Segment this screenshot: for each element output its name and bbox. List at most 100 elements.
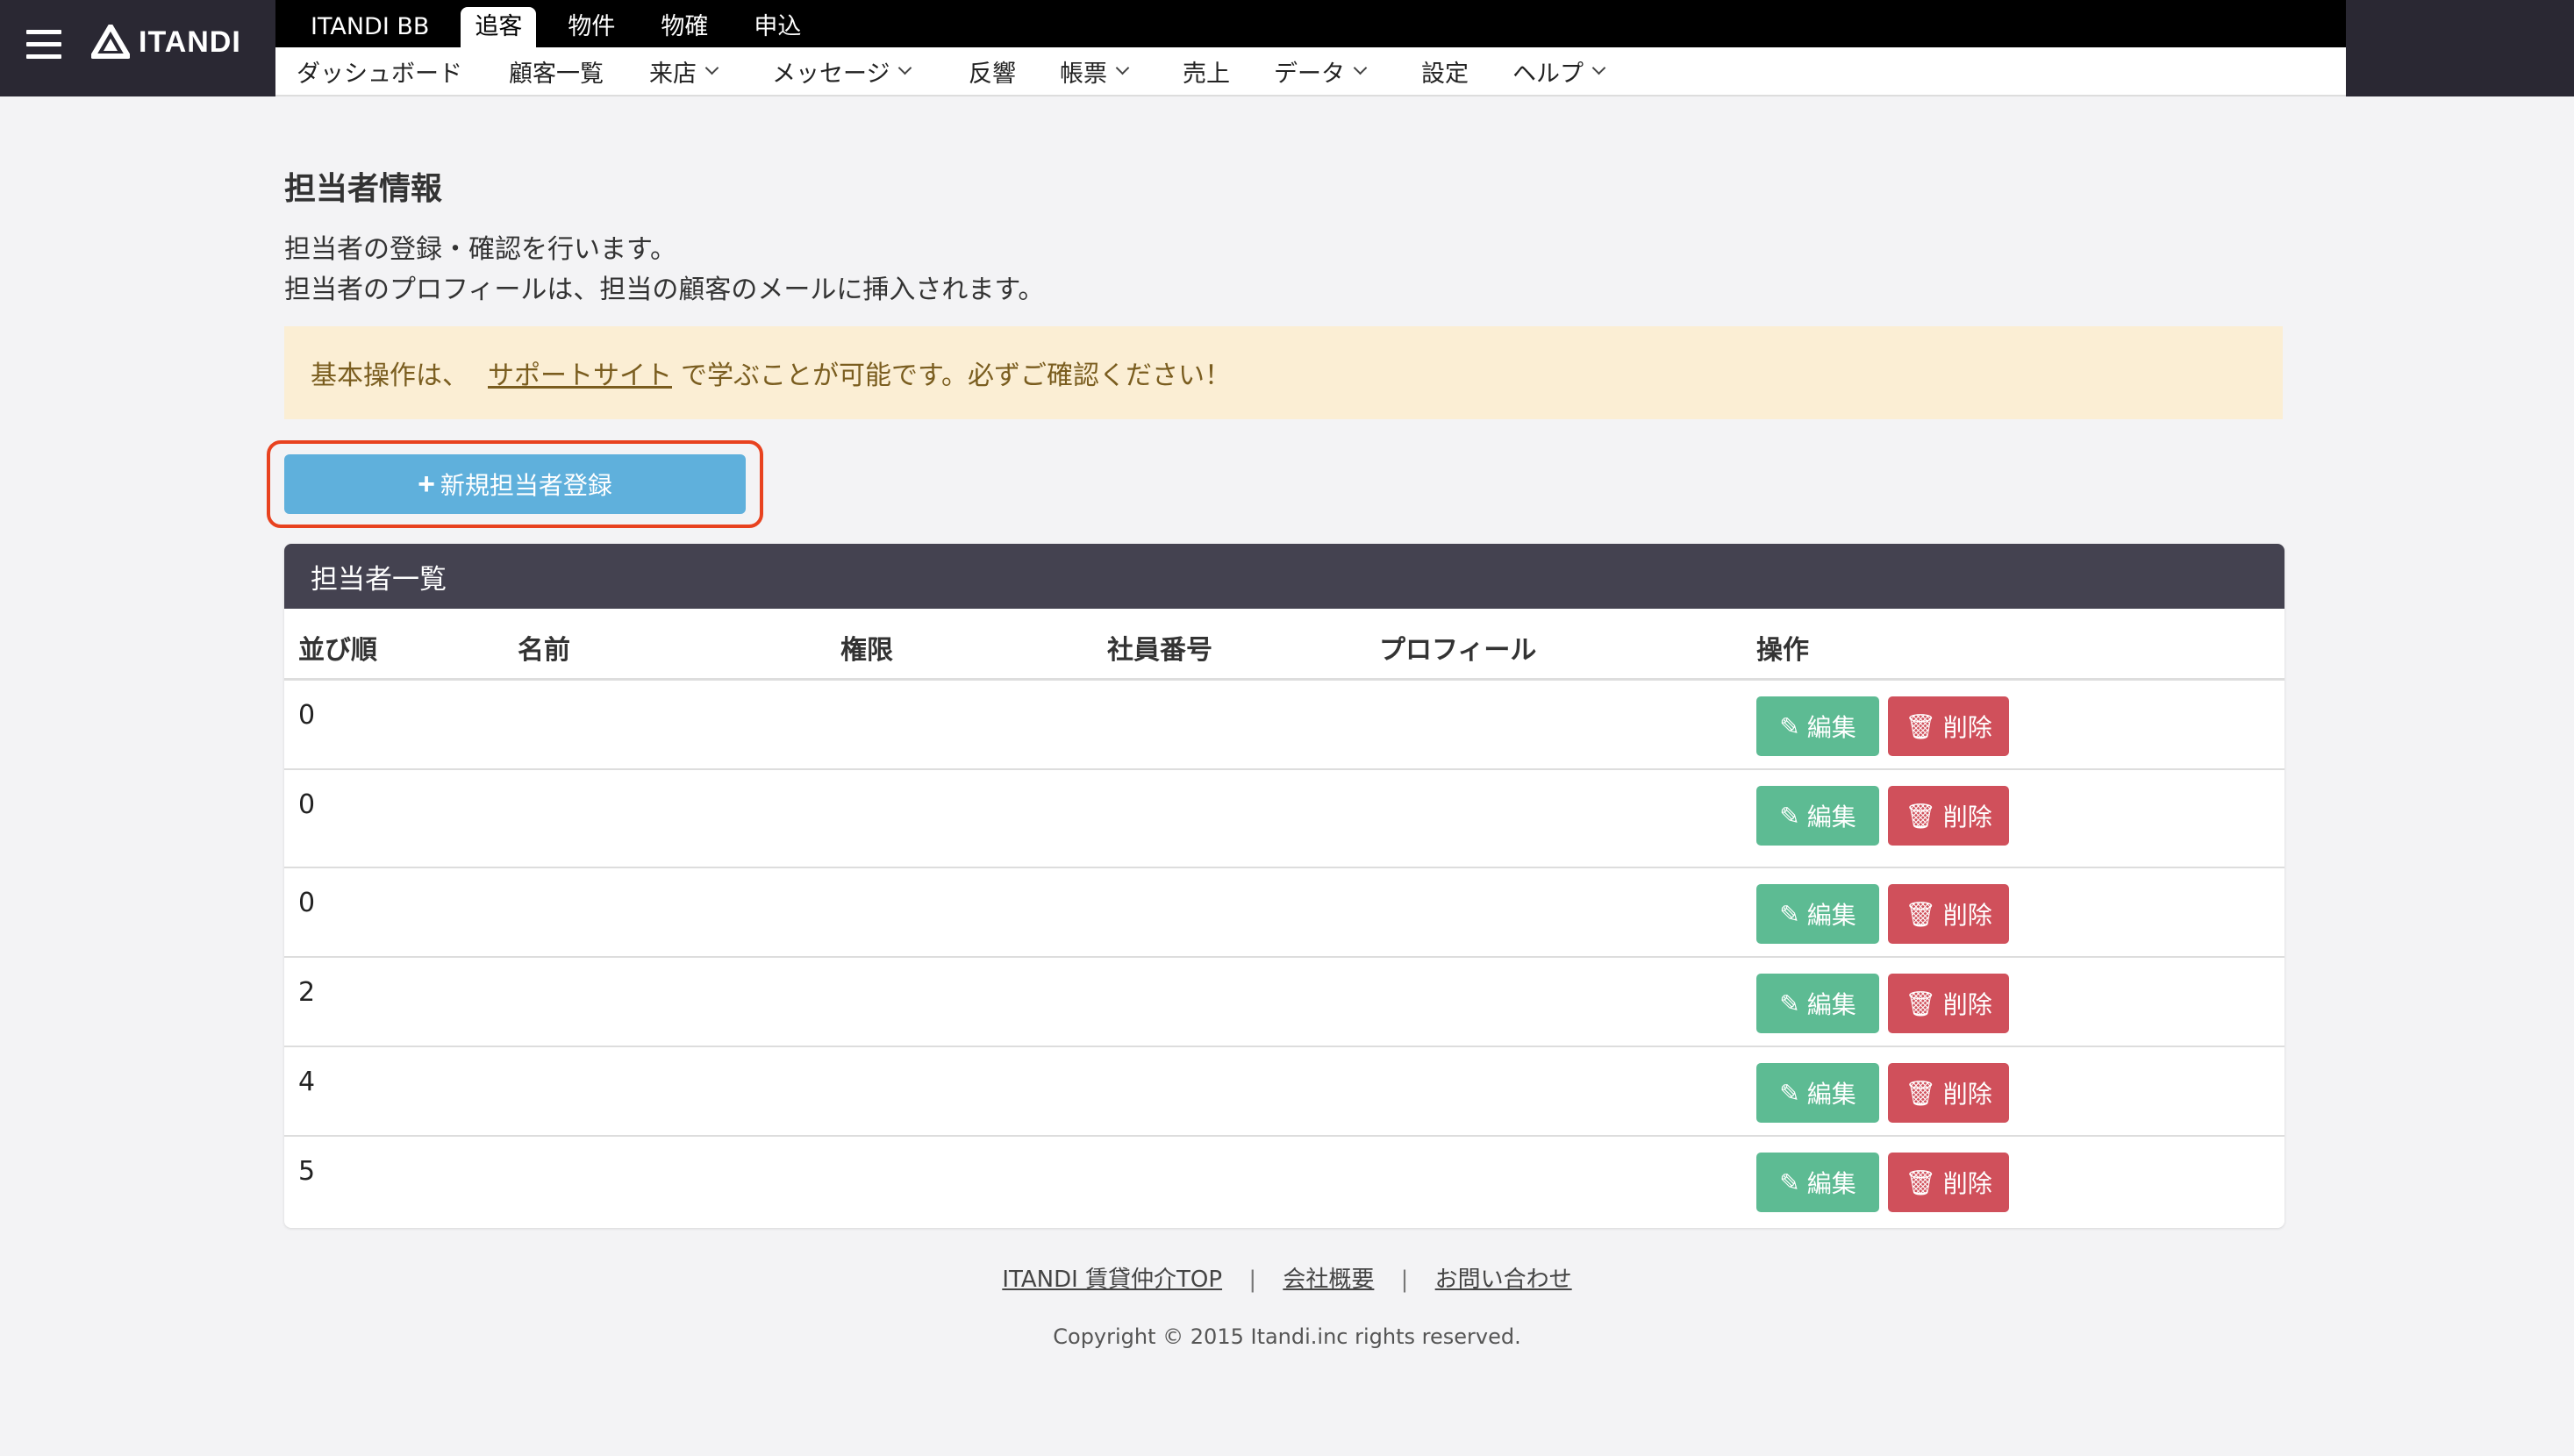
delete-label: 削除	[1942, 990, 1992, 1019]
support-notice: 基本操作は、 サポートサイト で学ぶことが可能です。必ずご確認ください！	[284, 326, 2283, 419]
edit-button[interactable]: ✎ 編集	[1756, 696, 1879, 756]
footer-links: ITANDI 賃貸仲介TOP | 会社概要 | お問い合わせ	[0, 1261, 2574, 1294]
edit-label: 編集	[1806, 1080, 1856, 1109]
col-permission: 権限	[840, 635, 893, 666]
new-staff-register-button[interactable]: + 新規担当者登録	[284, 454, 746, 514]
col-actions: 操作	[1756, 635, 1809, 666]
trash-icon: 🗑	[1905, 1167, 1936, 1197]
col-employee-number: 社員番号	[1107, 635, 1212, 666]
table-header: 並び順 名前 権限 社員番号 プロフィール 操作	[284, 609, 2284, 681]
nav-visit[interactable]: 来店	[649, 54, 719, 89]
table-row: 2 ✎ 編集 🗑 削除	[284, 958, 2284, 1047]
delete-label: 削除	[1942, 713, 1992, 742]
footer-separator: |	[1248, 1267, 1257, 1293]
nav-dashboard-label: ダッシュボード	[297, 61, 462, 88]
chevron-down-icon	[1353, 61, 1368, 75]
table-row: 0 ✎ 編集 🗑 削除	[284, 681, 2284, 770]
chevron-down-icon	[898, 61, 912, 75]
header-right-filler	[2346, 0, 2574, 96]
panel-title: 担当者一覧	[284, 544, 2284, 609]
footer-link-company[interactable]: 会社概要	[1283, 1267, 1374, 1293]
nav-forms-label: 帳票	[1060, 61, 1107, 88]
support-site-link[interactable]: サポートサイト	[488, 353, 672, 392]
nav-data-label: データ	[1274, 61, 1345, 88]
tab-moushikomi[interactable]: 申込	[740, 7, 815, 47]
nav-visit-label: 来店	[649, 61, 697, 88]
notice-prefix: 基本操作は、	[311, 360, 468, 391]
delete-button[interactable]: 🗑 削除	[1888, 974, 2009, 1033]
description-line-2: 担当者のプロフィールは、担当の顧客のメールに挿入されます。	[284, 275, 1045, 305]
edit-button[interactable]: ✎ 編集	[1756, 786, 1879, 846]
table-row: 5 ✎ 編集 🗑 削除	[284, 1137, 2284, 1226]
row-order: 5	[298, 1156, 316, 1187]
trash-icon: 🗑	[1905, 711, 1936, 741]
delete-button[interactable]: 🗑 削除	[1888, 786, 2009, 846]
nav-message-label: メッセージ	[772, 61, 890, 88]
nav-sales[interactable]: 売上	[1183, 54, 1230, 89]
delete-button[interactable]: 🗑 削除	[1888, 696, 2009, 756]
page-description: 担当者の登録・確認を行います。 担当者のプロフィールは、担当の顧客のメールに挿入…	[284, 230, 1044, 310]
trash-icon: 🗑	[1905, 899, 1936, 929]
delete-button[interactable]: 🗑 削除	[1888, 1063, 2009, 1123]
nav-settings[interactable]: 設定	[1421, 54, 1469, 89]
tab-bukkaku[interactable]: 物確	[647, 7, 722, 47]
copyright: Copyright © 2015 Itandi.inc rights reser…	[1053, 1324, 1521, 1349]
new-staff-register-label: 新規担当者登録	[440, 472, 612, 499]
nav-settings-label: 設定	[1421, 61, 1469, 88]
tab-tsuikyaku[interactable]: 追客	[461, 7, 537, 47]
brand-name: ITANDI	[139, 25, 241, 59]
itandi-logo[interactable]: ITANDI	[91, 25, 241, 60]
pencil-icon: ✎	[1779, 1078, 1800, 1108]
nav-inquiry[interactable]: 反響	[969, 54, 1016, 89]
hamburger-menu-icon[interactable]	[26, 30, 61, 61]
edit-button[interactable]: ✎ 編集	[1756, 1063, 1879, 1123]
app-header: ITANDI ITANDI BB 追客 物件 物確 申込 ダッシュボード 顧客一…	[0, 0, 2574, 96]
col-order: 並び順	[298, 635, 377, 666]
footer-link-top[interactable]: ITANDI 賃貸仲介TOP	[1002, 1267, 1222, 1293]
sub-navigation: ダッシュボード 顧客一覧 来店 メッセージ 反響 帳票 売上 データ 設定 ヘル…	[275, 47, 2346, 96]
delete-label: 削除	[1942, 1080, 1992, 1109]
edit-button[interactable]: ✎ 編集	[1756, 1153, 1879, 1212]
col-name: 名前	[518, 635, 570, 666]
itandi-logo-icon	[91, 25, 130, 59]
nav-customer-list[interactable]: 顧客一覧	[509, 54, 604, 89]
edit-button[interactable]: ✎ 編集	[1756, 884, 1879, 944]
nav-customer-list-label: 顧客一覧	[509, 61, 604, 88]
description-line-1: 担当者の登録・確認を行います。	[284, 234, 676, 265]
col-profile: プロフィール	[1379, 635, 1537, 666]
plus-icon: +	[418, 467, 435, 501]
pencil-icon: ✎	[1779, 1167, 1800, 1197]
row-order: 0	[298, 789, 316, 820]
tab-itandi-bb[interactable]: ITANDI BB	[297, 7, 443, 47]
delete-label: 削除	[1942, 901, 1992, 930]
delete-button[interactable]: 🗑 削除	[1888, 884, 2009, 944]
edit-label: 編集	[1806, 1169, 1856, 1198]
footer-link-contact[interactable]: お問い合わせ	[1435, 1267, 1572, 1293]
nav-forms[interactable]: 帳票	[1060, 54, 1130, 89]
trash-icon: 🗑	[1905, 1078, 1936, 1108]
pencil-icon: ✎	[1779, 711, 1800, 741]
trash-icon: 🗑	[1905, 989, 1936, 1018]
nav-message[interactable]: メッセージ	[772, 54, 912, 89]
notice-suffix: で学ぶことが可能です。必ずご確認ください！	[681, 360, 1231, 391]
nav-dashboard[interactable]: ダッシュボード	[297, 54, 462, 89]
chevron-down-icon	[704, 61, 719, 75]
page-title: 担当者情報	[284, 171, 443, 207]
edit-button[interactable]: ✎ 編集	[1756, 974, 1879, 1033]
edit-label: 編集	[1806, 990, 1856, 1019]
logo-area: ITANDI	[0, 0, 275, 96]
footer-separator: |	[1400, 1267, 1409, 1293]
table-row: 4 ✎ 編集 🗑 削除	[284, 1047, 2284, 1137]
row-order: 0	[298, 888, 316, 918]
row-order: 0	[298, 700, 316, 731]
delete-button[interactable]: 🗑 削除	[1888, 1153, 2009, 1212]
nav-help[interactable]: ヘルプ	[1512, 54, 1606, 89]
delete-label: 削除	[1942, 1169, 1992, 1198]
nav-data[interactable]: データ	[1274, 54, 1368, 89]
pencil-icon: ✎	[1779, 899, 1800, 929]
pencil-icon: ✎	[1779, 989, 1800, 1018]
tab-bukken[interactable]: 物件	[554, 7, 629, 47]
staff-list-panel: 担当者一覧 並び順 名前 権限 社員番号 プロフィール 操作 0 ✎ 編集 🗑 削除…	[284, 544, 2284, 1228]
table-row: 0 ✎ 編集 🗑 削除	[284, 868, 2284, 958]
edit-label: 編集	[1806, 803, 1856, 831]
